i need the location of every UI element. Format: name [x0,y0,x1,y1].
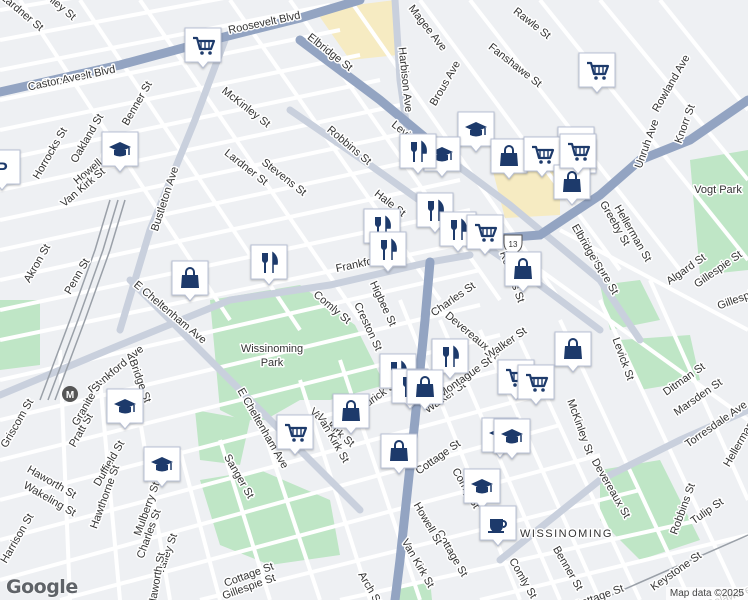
shopping-bag-marker[interactable] [406,369,444,411]
neighborhood-label: WISSINOMING [520,528,613,540]
park-label: Vogt Park [694,184,742,196]
shopping-cart-marker[interactable] [184,27,222,69]
svg-text:M: M [66,390,74,401]
education-marker[interactable] [143,446,181,488]
shopping-bag-marker[interactable] [380,433,418,475]
shopping-bag-marker[interactable] [553,164,591,206]
education-marker[interactable] [101,131,139,173]
shopping-cart-marker[interactable] [466,214,504,256]
restaurant-marker[interactable] [399,133,437,175]
education-marker[interactable] [463,468,501,510]
map-canvas[interactable]: 13 M Roosevelt BlvdRoosevelt Blvd Magee A… [0,0,748,600]
shopping-bag-marker[interactable] [332,393,370,435]
parking-marker[interactable]: P [0,149,21,191]
route-shield-label: 13 [509,240,518,249]
shopping-cart-marker[interactable] [276,414,314,456]
education-marker[interactable] [493,418,531,460]
shopping-bag-marker[interactable] [490,138,528,180]
shopping-bag-marker[interactable] [504,251,542,293]
google-logo[interactable]: Google [6,576,78,598]
education-marker[interactable] [457,111,495,153]
transit-station-icon[interactable]: M [62,386,78,402]
svg-text:P: P [0,159,8,178]
parking-icon: P [0,159,8,178]
education-marker[interactable] [106,388,144,430]
shopping-cart-marker[interactable] [578,52,616,94]
restaurant-marker[interactable] [369,231,407,273]
shopping-cart-marker[interactable] [559,133,597,175]
shopping-bag-marker[interactable] [554,331,592,373]
cafe-marker[interactable] [479,505,517,547]
shopping-bag-marker[interactable] [171,260,209,302]
map-attribution[interactable]: Map data ©2025 [665,587,748,600]
restaurant-marker[interactable] [250,244,288,286]
shopping-cart-marker[interactable] [517,364,555,406]
